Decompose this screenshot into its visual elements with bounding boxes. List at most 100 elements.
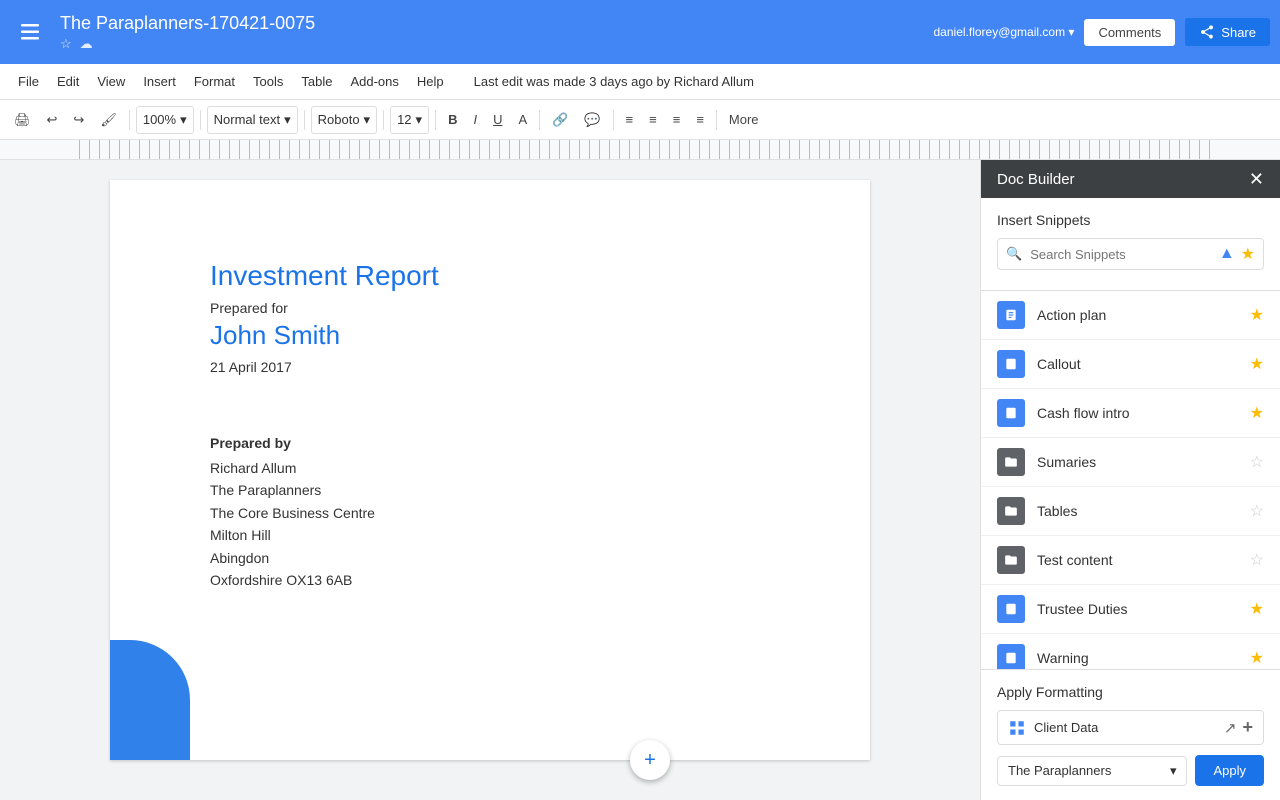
align-right-button[interactable]: ≡ bbox=[667, 108, 687, 131]
preparer-line-5: Abingdon bbox=[210, 547, 770, 569]
preparer-line-4: Milton Hill bbox=[210, 524, 770, 546]
italic-button[interactable]: I bbox=[467, 108, 483, 131]
snippet-item-test-content[interactable]: Test content ☆ bbox=[981, 536, 1280, 585]
snippet-star-tables[interactable]: ☆ bbox=[1250, 501, 1264, 521]
cloud-icon[interactable]: ☁ bbox=[80, 36, 93, 52]
underline-button[interactable]: U bbox=[487, 108, 508, 131]
size-value: 12 bbox=[397, 112, 411, 127]
divider-3 bbox=[304, 110, 305, 130]
snippet-name-action-plan: Action plan bbox=[1037, 307, 1238, 323]
snippet-star-action-plan[interactable]: ★ bbox=[1250, 305, 1264, 325]
external-link-icon[interactable]: ↗ bbox=[1224, 719, 1237, 737]
snippet-name-callout: Callout bbox=[1037, 356, 1238, 372]
menu-view[interactable]: View bbox=[89, 70, 133, 93]
app-icon bbox=[10, 12, 50, 52]
snippet-item-trustee[interactable]: Trustee Duties ★ bbox=[981, 585, 1280, 634]
ruler bbox=[0, 140, 1280, 160]
redo-button[interactable]: ↪ bbox=[67, 108, 90, 132]
menu-format[interactable]: Format bbox=[186, 70, 243, 93]
apply-formatting-section: Apply Formatting Client Data ↗ + The Par… bbox=[981, 670, 1280, 800]
search-bar: 🔍 ▲ ★ bbox=[997, 238, 1264, 270]
snippet-star-cashflow[interactable]: ★ bbox=[1250, 403, 1264, 423]
zoom-chevron: ▾ bbox=[180, 112, 187, 128]
doc-meta: ☆ ☁ bbox=[60, 36, 315, 52]
menu-tools[interactable]: Tools bbox=[245, 70, 291, 93]
snippet-doc-icon-trustee bbox=[997, 595, 1025, 623]
menu-table[interactable]: Table bbox=[293, 70, 340, 93]
align-left-button[interactable]: ≡ bbox=[620, 108, 640, 131]
menu-insert[interactable]: Insert bbox=[135, 70, 184, 93]
divider-8 bbox=[716, 110, 717, 130]
comment-button[interactable]: 💬 bbox=[578, 108, 606, 132]
bold-button[interactable]: B bbox=[442, 108, 463, 131]
fab-button[interactable]: + bbox=[630, 740, 670, 780]
menu-file[interactable]: File bbox=[10, 70, 47, 93]
paint-format-button[interactable]: 🖌 bbox=[94, 108, 123, 132]
user-email[interactable]: daniel.florey@gmail.com ▾ bbox=[934, 25, 1075, 39]
share-label: Share bbox=[1221, 25, 1256, 40]
divider-6 bbox=[539, 110, 540, 130]
snippet-item-cashflow[interactable]: Cash flow intro ★ bbox=[981, 389, 1280, 438]
zoom-select[interactable]: 100% ▾ bbox=[136, 106, 194, 134]
format-dropdown[interactable]: The Paraplanners ▾ bbox=[997, 756, 1187, 786]
print-button[interactable]: 🖨 bbox=[8, 108, 37, 132]
apply-button[interactable]: Apply bbox=[1195, 755, 1264, 786]
drive-icon[interactable]: ▲ bbox=[1219, 245, 1235, 263]
snippet-item-tables[interactable]: Tables ☆ bbox=[981, 487, 1280, 536]
snippet-doc-icon-cashflow bbox=[997, 399, 1025, 427]
search-input[interactable] bbox=[1030, 247, 1211, 262]
star-icon[interactable]: ☆ bbox=[60, 36, 72, 52]
format-dropdown-chevron: ▾ bbox=[1170, 763, 1177, 779]
comments-button[interactable]: Comments bbox=[1084, 19, 1175, 46]
menu-help[interactable]: Help bbox=[409, 70, 452, 93]
snippet-star-trustee[interactable]: ★ bbox=[1250, 599, 1264, 619]
style-value: Normal text bbox=[214, 112, 280, 127]
doc-title[interactable]: The Paraplanners-170421-0075 bbox=[60, 13, 315, 34]
menu-addons[interactable]: Add-ons bbox=[342, 70, 406, 93]
blue-corner-decoration bbox=[110, 640, 190, 760]
text-color-button[interactable]: A bbox=[512, 108, 533, 131]
style-select[interactable]: Normal text ▾ bbox=[207, 106, 298, 134]
align-center-button[interactable]: ≡ bbox=[643, 108, 663, 131]
snippet-star-test[interactable]: ☆ bbox=[1250, 550, 1264, 570]
apply-formatting-title: Apply Formatting bbox=[997, 684, 1264, 700]
star-filter-icon[interactable]: ★ bbox=[1241, 244, 1255, 264]
preparer-line-6: Oxfordshire OX13 6AB bbox=[210, 569, 770, 591]
snippet-folder-icon-tables bbox=[997, 497, 1025, 525]
snippet-star-warning[interactable]: ★ bbox=[1250, 648, 1264, 668]
client-name: John Smith bbox=[210, 320, 770, 351]
snippet-doc-icon bbox=[997, 301, 1025, 329]
sidebar-title: Doc Builder bbox=[997, 171, 1075, 188]
snippet-item-action-plan[interactable]: Action plan ★ bbox=[981, 291, 1280, 340]
snippet-item-warning[interactable]: Warning ★ bbox=[981, 634, 1280, 670]
sidebar-close-button[interactable]: ✕ bbox=[1249, 170, 1264, 188]
format-bottom-row: The Paraplanners ▾ Apply bbox=[997, 755, 1264, 786]
font-select[interactable]: Roboto ▾ bbox=[311, 106, 377, 134]
link-button[interactable]: 🔗 bbox=[546, 108, 574, 132]
add-icon[interactable]: + bbox=[1242, 717, 1253, 738]
snippet-star-sumaries[interactable]: ☆ bbox=[1250, 452, 1264, 472]
client-data-row: Client Data ↗ + bbox=[997, 710, 1264, 745]
snippet-star-callout[interactable]: ★ bbox=[1250, 354, 1264, 374]
size-select[interactable]: 12 ▾ bbox=[390, 106, 429, 134]
snippet-name-sumaries: Sumaries bbox=[1037, 454, 1238, 470]
more-button[interactable]: More bbox=[723, 108, 765, 131]
snippet-name-cashflow: Cash flow intro bbox=[1037, 405, 1238, 421]
page[interactable]: Investment Report Prepared for John Smit… bbox=[110, 180, 870, 760]
prepared-by-label: Prepared by bbox=[210, 435, 770, 451]
snippet-name-trustee: Trustee Duties bbox=[1037, 601, 1238, 617]
snippet-item-callout[interactable]: Callout ★ bbox=[981, 340, 1280, 389]
undo-button[interactable]: ↩ bbox=[41, 108, 64, 132]
align-justify-button[interactable]: ≡ bbox=[690, 108, 710, 131]
snippet-item-sumaries[interactable]: Sumaries ☆ bbox=[981, 438, 1280, 487]
doc-area[interactable]: Investment Report Prepared for John Smit… bbox=[0, 160, 980, 800]
grid-icon bbox=[1008, 719, 1026, 737]
search-icons: ▲ ★ bbox=[1219, 244, 1255, 264]
menu-edit[interactable]: Edit bbox=[49, 70, 87, 93]
snippet-folder-icon-test bbox=[997, 546, 1025, 574]
share-button[interactable]: Share bbox=[1185, 18, 1270, 46]
preparer-line-2: The Paraplanners bbox=[210, 479, 770, 501]
preparer-line-1: Richard Allum bbox=[210, 457, 770, 479]
sidebar-header: Doc Builder ✕ bbox=[981, 160, 1280, 198]
divider-7 bbox=[613, 110, 614, 130]
